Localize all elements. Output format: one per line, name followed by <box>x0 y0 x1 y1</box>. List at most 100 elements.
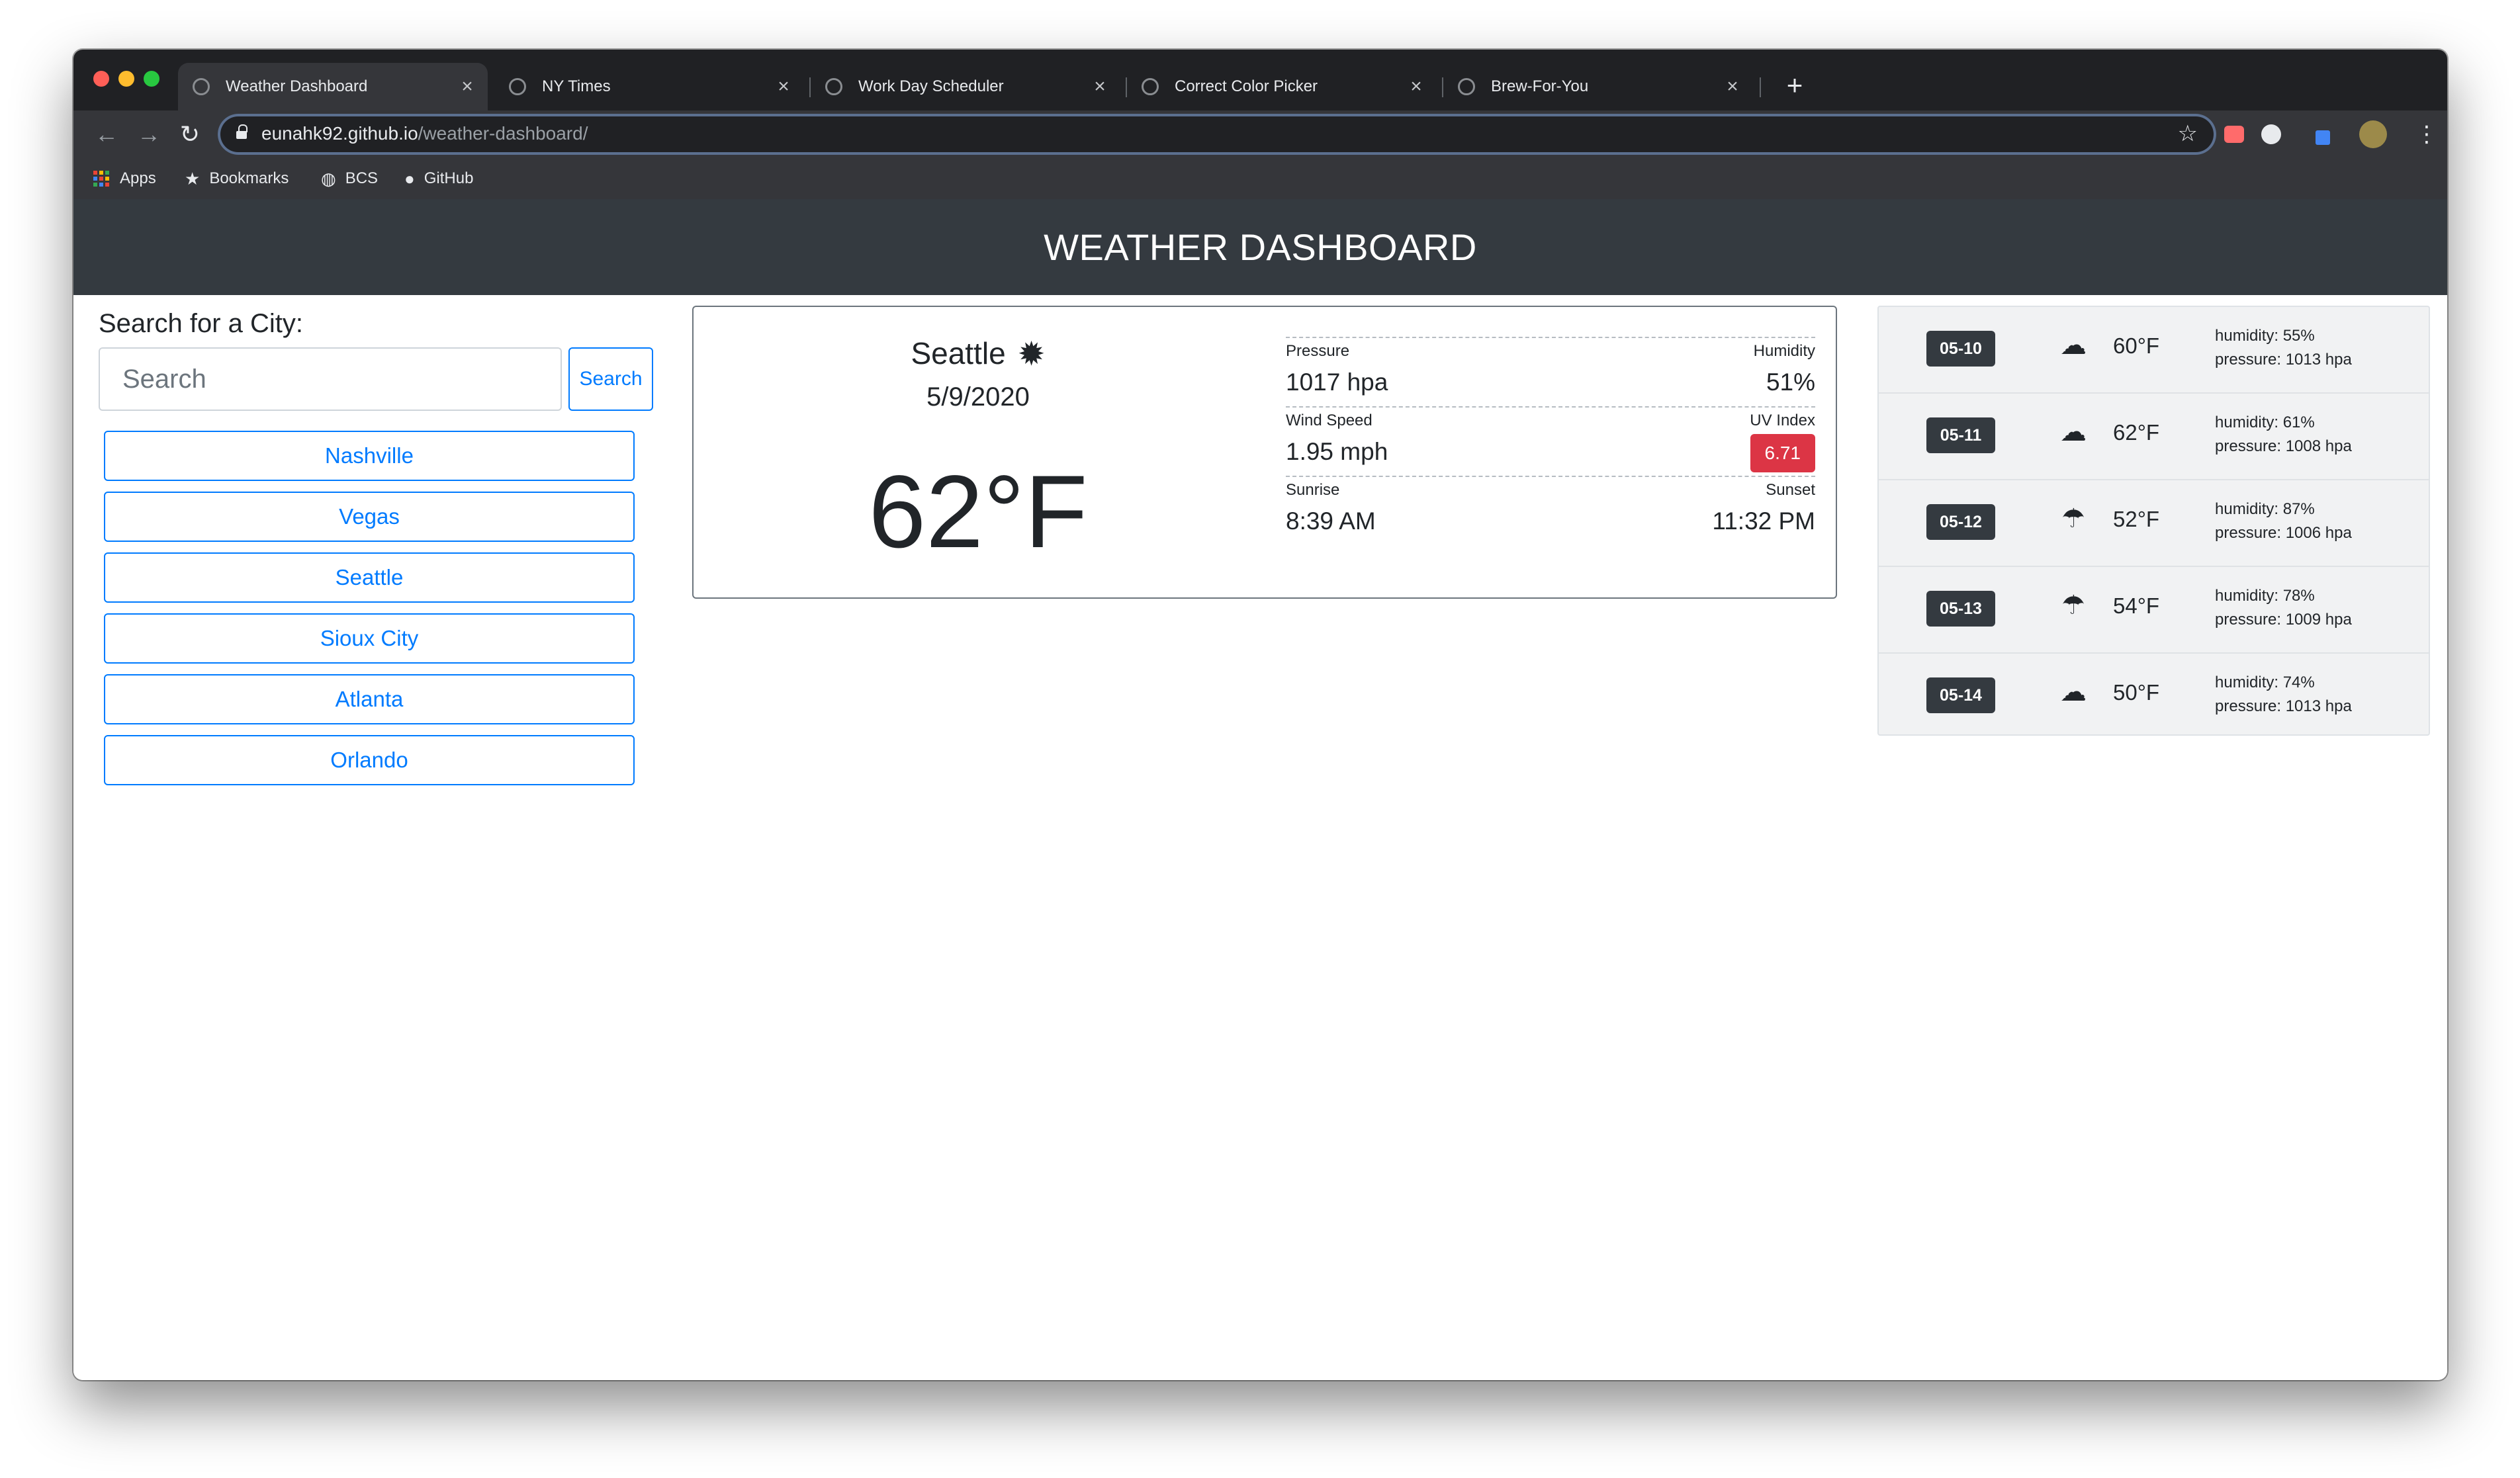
rain-cloud-icon: ☂ <box>2061 504 2085 533</box>
close-icon[interactable]: × <box>457 75 477 98</box>
extension-icon[interactable] <box>2261 124 2281 144</box>
bookmark-bookmarks[interactable]: ★ Bookmarks <box>185 167 289 190</box>
current-city-heading: Seattle ✹ <box>694 335 1263 373</box>
rain-cloud-icon: ☂ <box>2061 591 2085 620</box>
search-row: Search Search <box>99 347 654 411</box>
stat-row-wind-uv: Wind Speed UV Index 1.95 mph 6.71 <box>1286 406 1815 476</box>
web-page: WEATHER DASHBOARD Search for a City: Sea… <box>73 199 2447 1380</box>
city-history-list: Nashville Vegas Seattle Sioux City Atlan… <box>104 431 635 796</box>
minimize-window-button[interactable] <box>118 71 134 87</box>
forecast-humidity: humidity: 55% <box>2215 327 2315 345</box>
current-weather-card: Seattle ✹ 5/9/2020 62°F Pressure Humidity… <box>692 306 1837 599</box>
humidity-label: Humidity <box>1753 342 1815 360</box>
forecast-pressure: pressure: 1009 hpa <box>2215 611 2352 629</box>
city-button-seattle[interactable]: Seattle <box>104 552 635 603</box>
extension-icon[interactable] <box>2316 130 2330 145</box>
uv-index-badge: 6.71 <box>1750 434 1815 472</box>
bookmark-bcs[interactable]: ◍ BCS <box>321 167 378 190</box>
lock-icon <box>236 124 248 139</box>
forecast-date-badge: 05-13 <box>1926 591 1995 627</box>
extension-icon[interactable] <box>2224 126 2244 143</box>
forecast-date-badge: 05-12 <box>1926 504 1995 540</box>
bookmark-label: GitHub <box>424 169 474 187</box>
city-button-orlando[interactable]: Orlando <box>104 735 635 785</box>
forecast-pressure: pressure: 1008 hpa <box>2215 437 2352 455</box>
stat-row-pressure-humidity: Pressure Humidity 1017 hpa 51% <box>1286 337 1815 406</box>
search-button[interactable]: Search <box>568 347 653 411</box>
back-arrow-icon[interactable]: ← <box>88 116 125 153</box>
menu-dots-icon[interactable]: ⋮ <box>2408 116 2445 153</box>
forecast-row: 05-11 ☁ 62°F humidity: 61% pressure: 100… <box>1879 394 2429 480</box>
tab-separator <box>1760 77 1761 97</box>
bookmark-star-icon[interactable]: ☆ <box>2178 120 2198 147</box>
city-button-nashville[interactable]: Nashville <box>104 431 635 481</box>
uv-index-label: UV Index <box>1750 412 1815 429</box>
forecast-humidity: humidity: 74% <box>2215 674 2315 691</box>
pressure-value: 1017 hpa <box>1286 369 1388 396</box>
forecast-row: 05-13 ☂ 54°F humidity: 78% pressure: 100… <box>1879 567 2429 654</box>
forecast-temperature: 50°F <box>2113 680 2160 705</box>
forward-arrow-icon[interactable]: → <box>130 116 167 153</box>
forecast-temperature: 54°F <box>2113 593 2160 618</box>
close-icon[interactable]: × <box>1406 75 1426 98</box>
address-bar[interactable]: eunahk92.github.io/weather-dashboard/ ☆ <box>218 114 2216 155</box>
github-icon: ● <box>404 169 415 189</box>
tab-brew-for-you[interactable]: Brew-For-You × <box>1443 63 1753 110</box>
forecast-temperature: 52°F <box>2113 507 2160 531</box>
url-text: eunahk92.github.io/weather-dashboard/ <box>261 123 588 144</box>
wind-speed-value: 1.95 mph <box>1286 438 1388 465</box>
partly-cloudy-icon: ☁ <box>2060 331 2087 360</box>
reload-icon[interactable]: ↻ <box>171 116 208 153</box>
sunset-label: Sunset <box>1766 481 1815 499</box>
forecast-date-badge: 05-14 <box>1926 677 1995 713</box>
tab-ny-times[interactable]: NY Times × <box>494 63 804 110</box>
bookmarks-bar: Apps ★ Bookmarks ◍ BCS ● GitHub <box>73 158 2447 200</box>
browser-toolbar: ← → ↻ eunahk92.github.io/weather-dashboa… <box>73 110 2447 158</box>
tab-work-day-scheduler[interactable]: Work Day Scheduler × <box>811 63 1120 110</box>
bookmark-apps[interactable]: Apps <box>93 167 156 190</box>
tab-label: Work Day Scheduler <box>858 77 1004 95</box>
new-tab-button[interactable]: + <box>1776 67 1813 104</box>
forecast-humidity: humidity: 78% <box>2215 587 2315 605</box>
city-button-sioux-city[interactable]: Sioux City <box>104 613 635 664</box>
tab-correct-color-picker[interactable]: Correct Color Picker × <box>1127 63 1437 110</box>
search-heading: Search for a City: <box>99 309 304 338</box>
forecast-humidity: humidity: 61% <box>2215 413 2315 431</box>
globe-icon <box>193 78 210 95</box>
sunrise-value: 8:39 AM <box>1286 507 1376 535</box>
current-temperature: 62°F <box>868 455 1088 570</box>
forecast-row: 05-10 ☁ 60°F humidity: 55% pressure: 101… <box>1879 307 2429 394</box>
partly-cloudy-icon: ☁ <box>2060 677 2087 707</box>
avatar[interactable] <box>2359 120 2387 148</box>
forecast-pressure: pressure: 1013 hpa <box>2215 697 2352 715</box>
tab-weather-dashboard[interactable]: Weather Dashboard × <box>178 63 488 110</box>
current-city-name: Seattle <box>911 336 1006 370</box>
globe-icon: ◍ <box>321 169 336 189</box>
stat-row-sunrise-sunset: Sunrise Sunset 8:39 AM 11:32 PM <box>1286 476 1815 545</box>
close-icon[interactable]: × <box>1090 75 1110 98</box>
tab-label: Correct Color Picker <box>1175 77 1318 95</box>
tab-bar: Weather Dashboard × NY Times × Work Day … <box>73 50 2447 110</box>
forecast-temperature: 62°F <box>2113 420 2160 445</box>
search-input[interactable]: Search <box>99 347 562 411</box>
current-date: 5/9/2020 <box>926 382 1030 412</box>
tab-label: Weather Dashboard <box>226 77 368 95</box>
bookmark-github[interactable]: ● GitHub <box>404 167 473 190</box>
city-button-vegas[interactable]: Vegas <box>104 492 635 542</box>
close-icon[interactable]: × <box>774 75 793 98</box>
sunset-value: 11:32 PM <box>1712 507 1815 535</box>
close-icon[interactable]: × <box>1723 75 1742 98</box>
zoom-window-button[interactable] <box>144 71 159 87</box>
forecast-date-badge: 05-10 <box>1926 331 1995 367</box>
apps-grid-icon <box>93 171 109 187</box>
sunrise-label: Sunrise <box>1286 481 1340 499</box>
forecast-temperature: 60°F <box>2113 333 2160 358</box>
city-button-atlanta[interactable]: Atlanta <box>104 674 635 724</box>
page-title: WEATHER DASHBOARD <box>73 199 2447 295</box>
forecast-pressure: pressure: 1013 hpa <box>2215 351 2352 369</box>
star-icon: ★ <box>185 169 201 189</box>
forecast-pressure: pressure: 1006 hpa <box>2215 524 2352 542</box>
wind-speed-label: Wind Speed <box>1286 412 1372 429</box>
globe-icon <box>1142 78 1159 95</box>
close-window-button[interactable] <box>93 71 109 87</box>
